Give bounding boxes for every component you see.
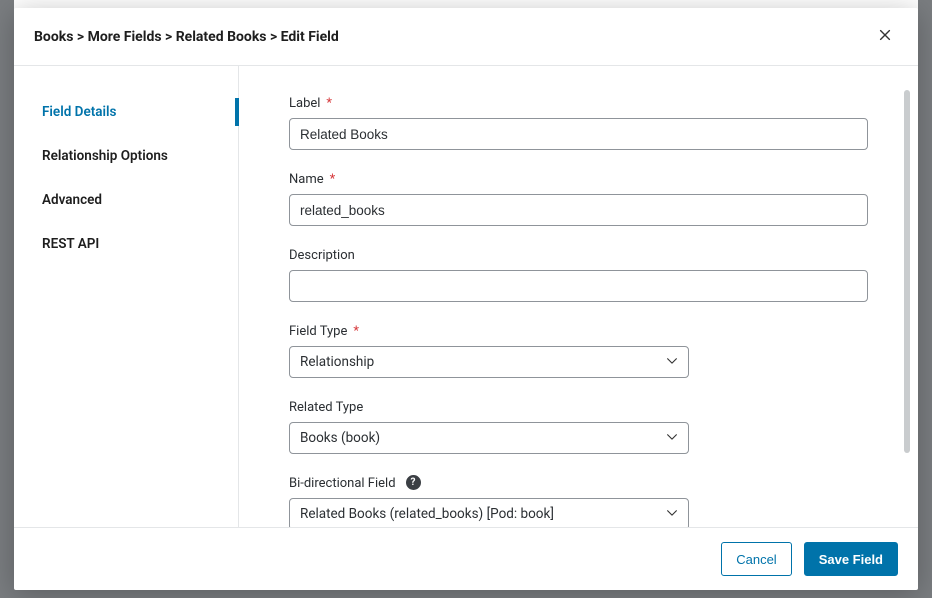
bidirectional-select[interactable]: Related Books (related_books) [Pod: book… xyxy=(289,498,689,527)
field-type-select[interactable]: Relationship xyxy=(289,346,689,378)
help-icon[interactable]: ? xyxy=(406,475,421,490)
field-type-value: Relationship xyxy=(300,354,374,370)
cancel-button[interactable]: Cancel xyxy=(721,542,791,576)
scrollbar[interactable] xyxy=(904,90,910,503)
sidebar-item-label: Advanced xyxy=(42,192,102,208)
sidebar-item-label: REST API xyxy=(42,236,99,252)
sidebar: Field Details Relationship Options Advan… xyxy=(14,66,239,527)
related-type-select[interactable]: Books (book) xyxy=(289,422,689,454)
sidebar-item-field-details[interactable]: Field Details xyxy=(14,90,238,134)
label-description: Description xyxy=(289,248,355,263)
required-marker: * xyxy=(353,324,359,339)
modal-footer: Cancel Save Field xyxy=(14,527,918,590)
sidebar-item-rest-api[interactable]: REST API xyxy=(14,222,238,266)
description-input[interactable] xyxy=(289,270,868,302)
sidebar-item-label: Relationship Options xyxy=(42,148,168,164)
scrollbar-thumb[interactable] xyxy=(904,90,910,453)
name-input[interactable] xyxy=(289,194,868,226)
label-field-type: Field Type xyxy=(289,324,347,339)
sidebar-item-label: Field Details xyxy=(42,104,116,120)
related-type-value: Books (book) xyxy=(300,430,380,446)
required-marker: * xyxy=(330,172,336,187)
label-bidirectional: Bi-directional Field xyxy=(289,476,396,491)
close-button[interactable] xyxy=(872,22,898,51)
form-content: Label * Name * Descr xyxy=(239,66,918,527)
sidebar-item-relationship-options[interactable]: Relationship Options xyxy=(14,134,238,178)
bidirectional-value: Related Books (related_books) [Pod: book… xyxy=(300,506,554,522)
modal-body: Field Details Relationship Options Advan… xyxy=(14,66,918,527)
close-icon xyxy=(878,26,892,46)
label-input[interactable] xyxy=(289,118,868,150)
modal-header: Books > More Fields > Related Books > Ed… xyxy=(14,8,918,66)
sidebar-item-advanced[interactable]: Advanced xyxy=(14,178,238,222)
label-related-type: Related Type xyxy=(289,400,363,415)
edit-field-modal: Books > More Fields > Related Books > Ed… xyxy=(14,8,918,590)
save-field-button[interactable]: Save Field xyxy=(804,542,898,576)
label-label: Label xyxy=(289,96,320,111)
label-name: Name xyxy=(289,172,324,187)
breadcrumb: Books > More Fields > Related Books > Ed… xyxy=(34,29,339,45)
required-marker: * xyxy=(326,96,332,111)
